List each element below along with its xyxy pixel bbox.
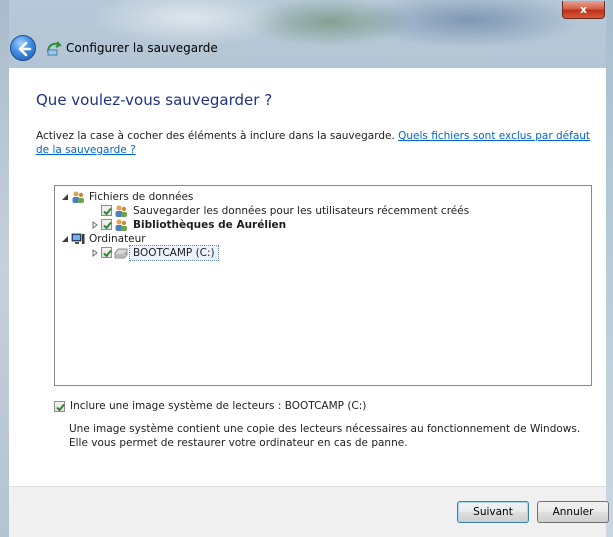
users-icon	[72, 191, 84, 203]
collapse-arrow-icon[interactable]	[61, 235, 69, 243]
window-border-left	[0, 0, 9, 537]
main-content: Que voulez-vous sauvegarder ? Activez la…	[9, 68, 606, 486]
users-icon	[115, 205, 127, 217]
checkmark-icon	[103, 249, 112, 258]
checkbox-new-users[interactable]	[101, 205, 112, 216]
tree-item-label: Bibliothèques de Aurélien	[133, 219, 287, 231]
back-arrow-icon	[18, 41, 32, 57]
button-bar: Suivant Annuler	[9, 486, 609, 537]
checkmark-icon	[103, 207, 112, 216]
tree-item-label: Fichiers de données	[89, 191, 194, 203]
system-image-description: Une image système contient une copie des…	[69, 423, 581, 449]
expand-arrow-icon[interactable]	[91, 221, 99, 229]
back-button[interactable]	[10, 35, 36, 61]
collapse-arrow-icon[interactable]	[61, 193, 69, 201]
cancel-button[interactable]: Annuler	[537, 501, 609, 523]
system-image-checkbox[interactable]	[54, 401, 65, 412]
drive-icon	[114, 248, 128, 259]
close-icon: x	[579, 3, 588, 16]
close-button[interactable]: x	[562, 1, 605, 19]
checkmark-icon	[103, 221, 112, 230]
tree-item-label: BOOTCAMP (C:)	[129, 245, 219, 261]
window-title: Configurer la sauvegarde	[66, 41, 218, 55]
system-image-label[interactable]: Inclure une image système de lecteurs : …	[70, 400, 366, 412]
intro-paragraph: Activez la case à cocher des éléments à …	[36, 129, 596, 157]
checkmark-icon	[56, 403, 65, 412]
intro-text: Activez la case à cocher des éléments à …	[36, 130, 399, 142]
next-button[interactable]: Suivant	[457, 501, 529, 523]
computer-icon	[71, 233, 85, 244]
tree-item-label: Sauvegarder les données pour les utilisa…	[133, 205, 470, 217]
tree-item-label: Ordinateur	[89, 233, 146, 245]
expand-arrow-icon[interactable]	[91, 249, 99, 257]
page-heading: Que voulez-vous sauvegarder ?	[36, 91, 273, 109]
backup-icon	[47, 41, 62, 56]
checkbox-bootcamp-drive[interactable]	[101, 247, 112, 258]
users-icon	[115, 219, 127, 231]
window-border-right	[606, 0, 613, 537]
backup-items-tree[interactable]: Fichiers de données Sauvegarder les donn…	[54, 185, 592, 386]
checkbox-libraries[interactable]	[101, 219, 112, 230]
